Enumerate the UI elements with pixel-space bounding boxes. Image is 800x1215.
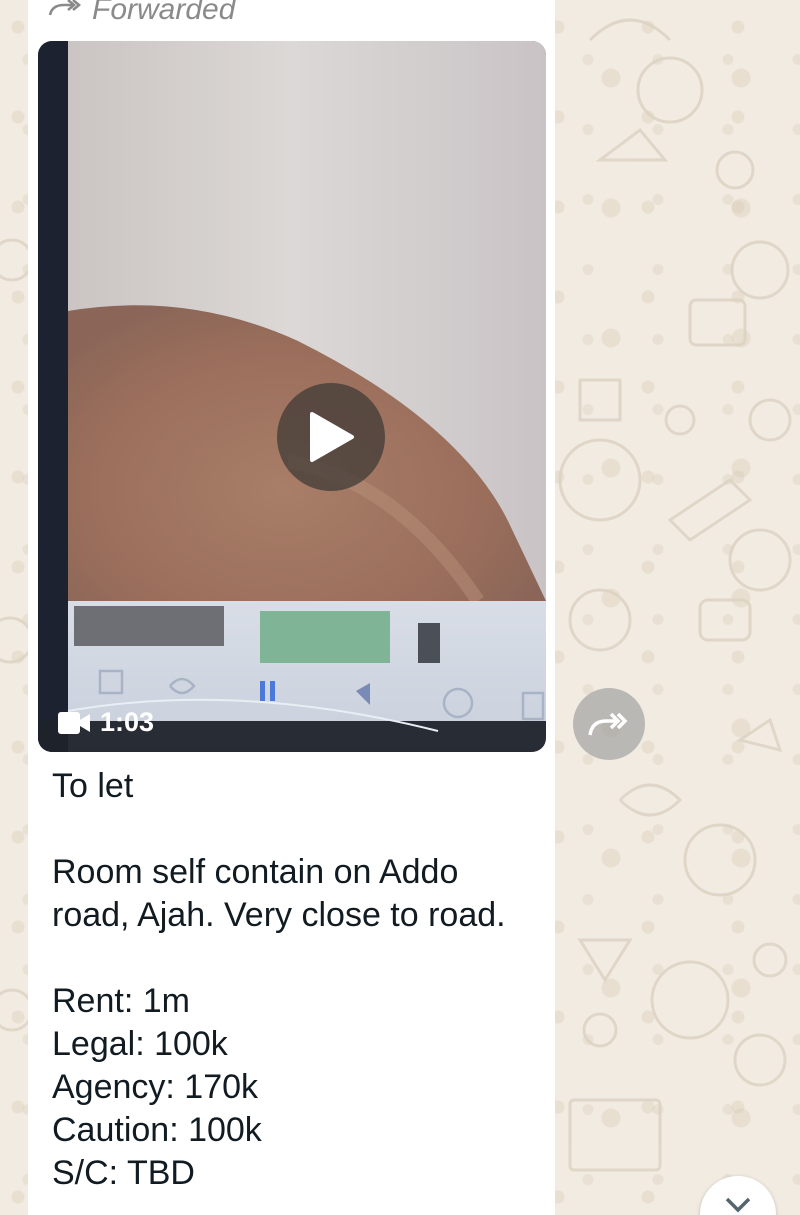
caption-line: Rent: 1m xyxy=(52,982,190,1020)
chevron-down-icon xyxy=(725,1197,751,1213)
caption-line: road, Ajah. Very close to road. xyxy=(52,896,506,934)
caption-line: S/C: TBD xyxy=(52,1154,195,1192)
play-icon xyxy=(310,412,354,462)
caption-line: Legal: 100k xyxy=(52,1025,228,1063)
caption-line: Room self contain on Addo xyxy=(52,853,459,891)
forwarded-text: Forwarded xyxy=(92,0,236,26)
video-camera-icon xyxy=(58,711,90,734)
video-duration: 1:03 xyxy=(58,707,154,738)
message-caption: To let Room self contain on Addo road, A… xyxy=(52,765,542,1195)
caption-line: Caution: 100k xyxy=(52,1111,262,1149)
forward-arrow-icon xyxy=(48,0,82,16)
play-button[interactable] xyxy=(277,383,385,491)
video-frame xyxy=(38,41,546,752)
forwarded-label: Forwarded xyxy=(48,0,235,26)
caption-line: Agency: 170k xyxy=(52,1068,259,1106)
duration-text: 1:03 xyxy=(100,707,155,737)
forward-share-icon xyxy=(588,712,628,736)
caption-line: To let xyxy=(52,767,134,805)
forward-share-button[interactable] xyxy=(573,688,645,760)
video-thumbnail[interactable]: 1:03 xyxy=(38,41,546,752)
